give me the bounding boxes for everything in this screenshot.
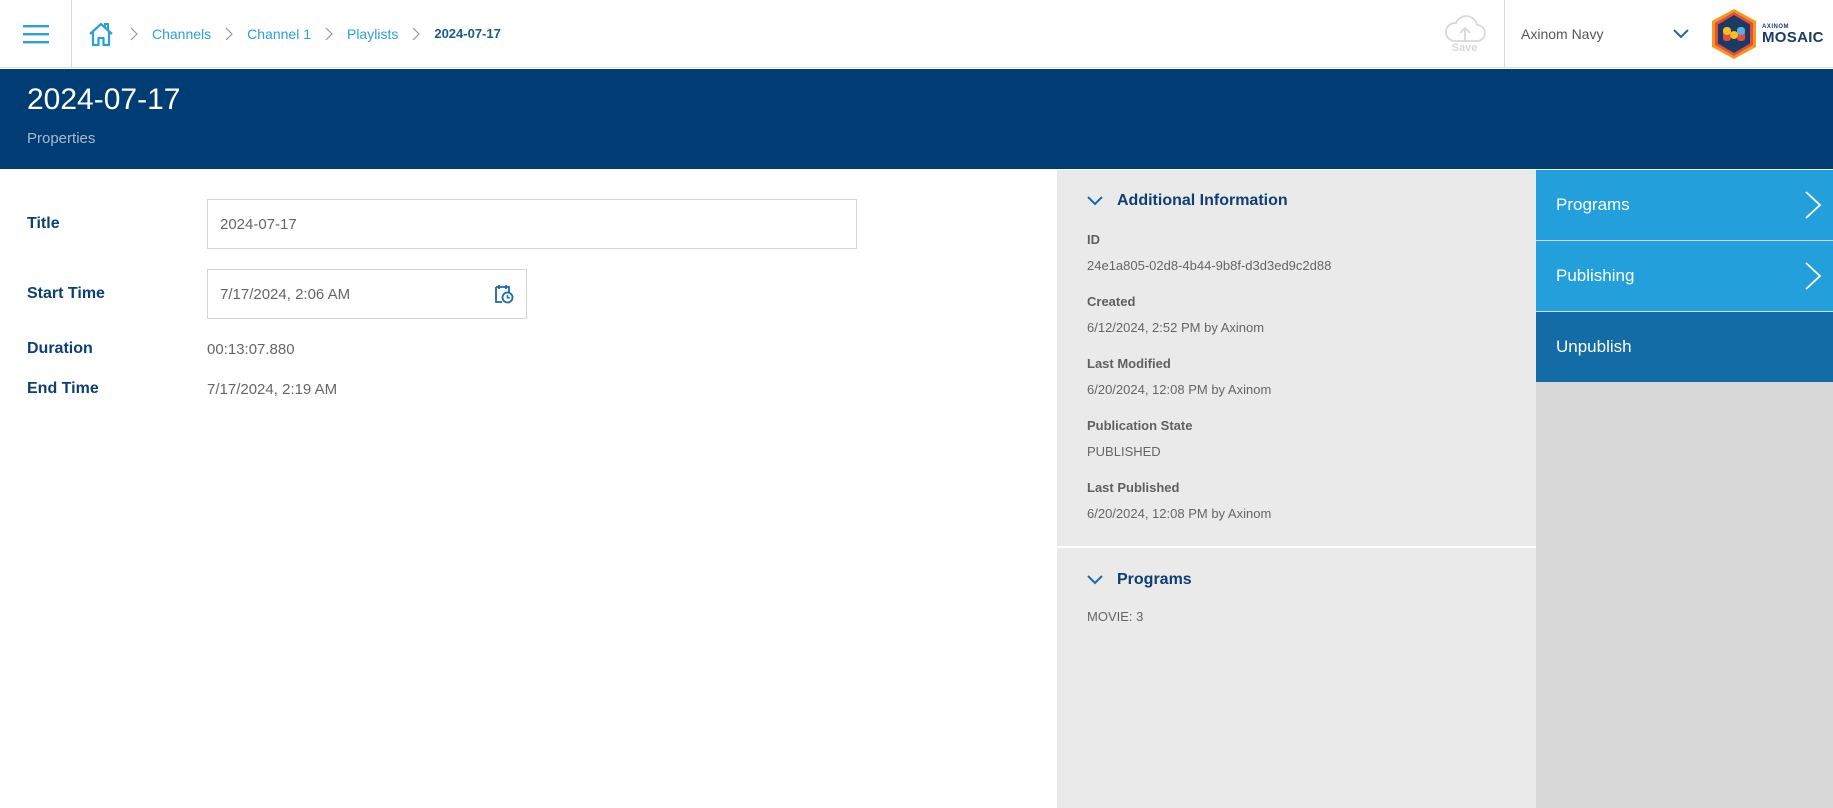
duration-value: 00:13:07.880 xyxy=(207,340,295,358)
page-title: 2024-07-17 xyxy=(27,83,181,116)
tenant-select[interactable]: Axinom Navy xyxy=(1505,0,1705,68)
programs-section: Programs MOVIE: 3 xyxy=(1057,548,1536,808)
unpublish-action-label: Unpublish xyxy=(1556,337,1632,356)
breadcrumb-playlists[interactable]: Playlists xyxy=(347,26,398,42)
created-label: Created xyxy=(1087,294,1136,309)
programs-title: Programs xyxy=(1117,571,1192,588)
chevron-down-icon xyxy=(1673,29,1689,39)
breadcrumb-channels[interactable]: Channels xyxy=(152,26,211,42)
programs-toggle[interactable]: Programs xyxy=(1087,571,1192,589)
hamburger-menu-icon xyxy=(22,24,49,43)
menu-button[interactable] xyxy=(0,0,72,68)
start-time-field[interactable] xyxy=(207,269,527,319)
info-panel: Additional Information ID 24e1a805-02d8-… xyxy=(1057,170,1536,808)
chevron-right-icon xyxy=(311,27,347,41)
id-value: 24e1a805-02d8-4b44-9b8f-d3d3ed9c2d88 xyxy=(1087,258,1332,273)
page-header: 2024-07-17 Properties xyxy=(0,69,1833,169)
last-published-value: 6/20/2024, 12:08 PM by Axinom xyxy=(1087,506,1272,521)
logo-big-text: MOSAIC xyxy=(1762,28,1824,46)
save-label: Save xyxy=(1451,42,1478,54)
unpublish-action[interactable]: Unpublish xyxy=(1536,312,1833,382)
chevron-right-icon xyxy=(211,27,247,41)
chevron-right-icon xyxy=(116,27,152,41)
axinom-mosaic-logo: AXINOM MOSAIC xyxy=(1705,0,1833,68)
created-value: 6/12/2024, 2:52 PM by Axinom xyxy=(1087,320,1265,335)
chevron-right-icon xyxy=(1805,191,1822,219)
end-time-value: 7/17/2024, 2:19 AM xyxy=(207,380,338,398)
id-label: ID xyxy=(1087,232,1100,247)
last-modified-label: Last Modified xyxy=(1087,356,1171,371)
mosaic-logo-icon xyxy=(1712,9,1756,59)
programs-action[interactable]: Programs xyxy=(1536,170,1833,240)
start-time-row: Start Time xyxy=(27,269,527,319)
page-subtitle: Properties xyxy=(27,130,96,147)
tenant-value: Axinom Navy xyxy=(1521,26,1604,42)
duration-label: Duration xyxy=(27,340,93,357)
last-published-label: Last Published xyxy=(1087,480,1180,495)
chevron-right-icon xyxy=(398,27,434,41)
start-time-input[interactable] xyxy=(220,285,470,303)
top-right-controls: Save Axinom Navy AXINOM MOSAIC xyxy=(1425,0,1833,68)
publication-state-label: Publication State xyxy=(1087,418,1193,433)
title-input[interactable] xyxy=(207,199,857,249)
chevron-down-icon xyxy=(1087,575,1103,585)
save-button[interactable]: Save xyxy=(1425,0,1505,68)
calendar-clock-icon[interactable] xyxy=(494,284,514,304)
additional-information-title: Additional Information xyxy=(1117,192,1288,209)
end-time-label: End Time xyxy=(27,380,99,397)
additional-information-section: Additional Information ID 24e1a805-02d8-… xyxy=(1057,170,1536,546)
breadcrumb-home[interactable] xyxy=(88,20,116,48)
publication-state-value: PUBLISHED xyxy=(1087,444,1161,459)
programs-action-label: Programs xyxy=(1556,195,1630,214)
properties-form: Title Start Time Duration 00:13:07.880 E… xyxy=(0,170,1057,808)
last-modified-value: 6/20/2024, 12:08 PM by Axinom xyxy=(1087,382,1272,397)
publishing-action[interactable]: Publishing xyxy=(1536,241,1833,311)
additional-information-toggle[interactable]: Additional Information xyxy=(1087,192,1288,210)
title-row: Title xyxy=(27,199,857,249)
breadcrumb: Channels Channel 1 Playlists 2024-07-17 xyxy=(72,0,501,68)
publishing-action-label: Publishing xyxy=(1556,266,1635,285)
title-label: Title xyxy=(27,215,60,232)
breadcrumb-channel-1[interactable]: Channel 1 xyxy=(247,26,311,42)
programs-value: MOVIE: 3 xyxy=(1087,609,1144,624)
top-bar: Channels Channel 1 Playlists 2024-07-17 … xyxy=(0,0,1833,68)
end-time-row: End Time 7/17/2024, 2:19 AM xyxy=(27,380,337,398)
home-icon xyxy=(89,22,113,46)
chevron-down-icon xyxy=(1087,196,1103,206)
start-time-label: Start Time xyxy=(27,285,105,302)
actions-panel: Programs Publishing Unpublish xyxy=(1536,170,1833,808)
cloud-upload-icon xyxy=(1444,15,1486,42)
duration-row: Duration 00:13:07.880 xyxy=(27,340,295,358)
breadcrumb-current: 2024-07-17 xyxy=(434,26,501,41)
chevron-right-icon xyxy=(1805,262,1822,290)
